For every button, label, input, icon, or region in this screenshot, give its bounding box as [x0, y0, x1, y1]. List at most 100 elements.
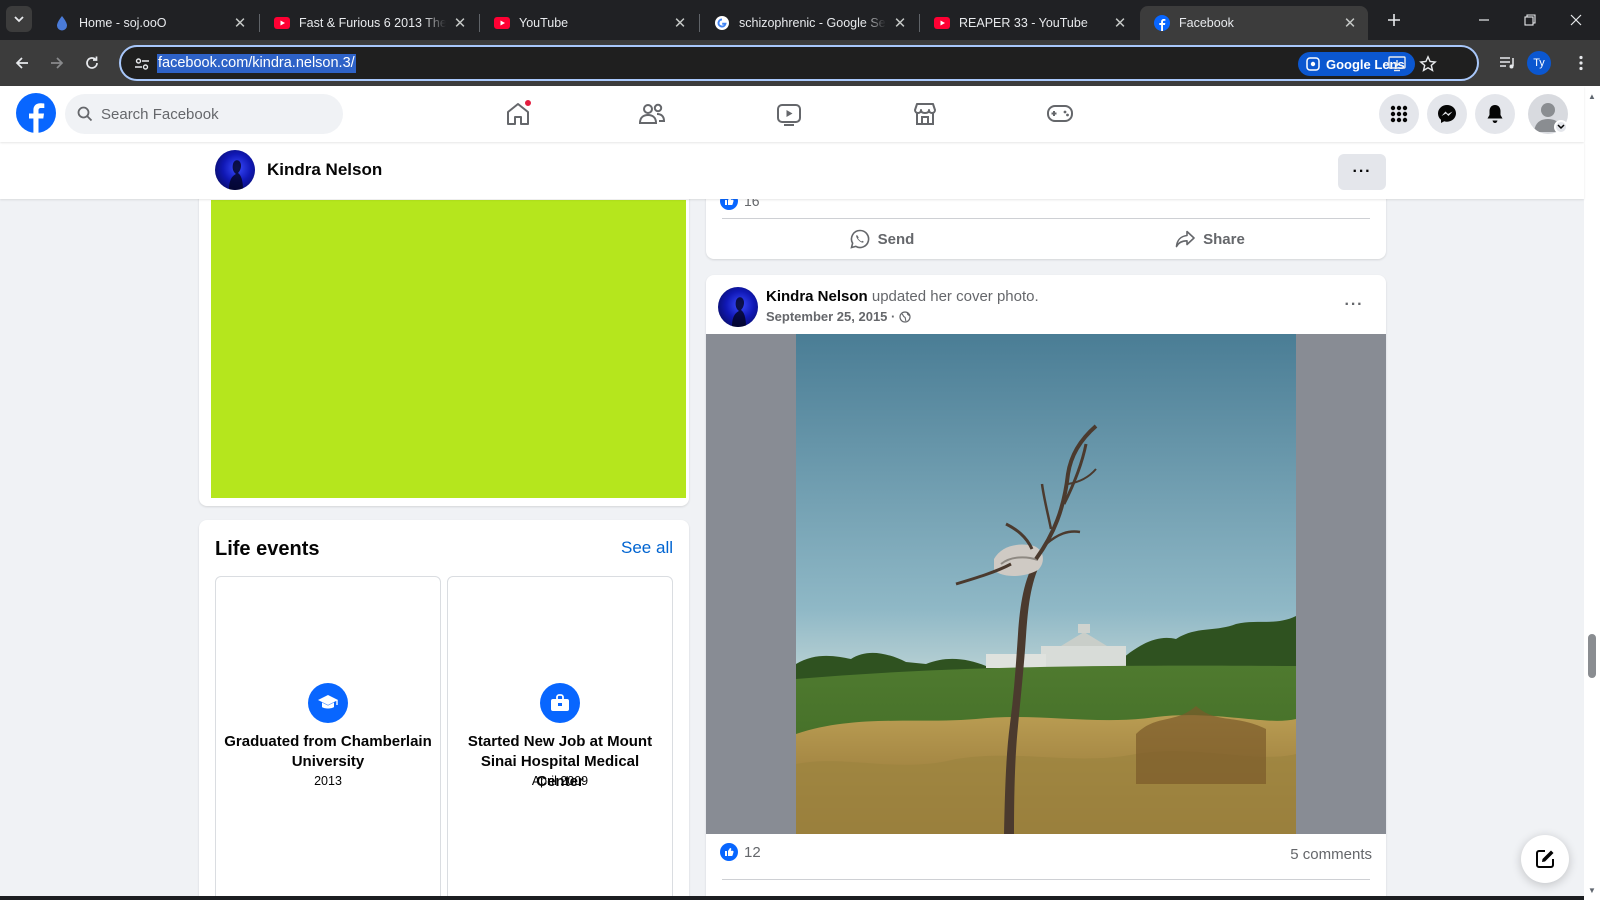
new-tab-button[interactable] [1384, 10, 1404, 30]
close-tab-icon[interactable]: ✕ [452, 15, 468, 32]
life-event-item[interactable]: Started New Job at Mount Sinai Hospital … [447, 576, 673, 900]
lens-icon [1306, 57, 1320, 71]
account-chevron-down-icon[interactable] [1554, 120, 1568, 134]
cover-photo[interactable] [796, 334, 1296, 834]
share-icon [1175, 230, 1195, 248]
close-tab-icon[interactable]: ✕ [892, 15, 908, 32]
nav-watch[interactable] [733, 86, 845, 142]
profile-more-button[interactable]: ··· [1338, 154, 1386, 190]
scrollbar-thumb[interactable] [1588, 634, 1596, 678]
browser-tab[interactable]: REAPER 33 - YouTube ✕ [920, 6, 1138, 40]
tab-title: Home - soj.ooO [79, 16, 167, 30]
divider [722, 218, 1370, 219]
life-events-title: Life events [215, 538, 320, 560]
tab-title: Facebook [1179, 16, 1234, 30]
scroll-down-arrow-icon[interactable]: ▼ [1586, 884, 1598, 896]
search-icon [77, 106, 93, 122]
forward-button[interactable] [44, 50, 70, 76]
more-menu-icon[interactable] [1570, 52, 1592, 74]
gaming-icon [1047, 105, 1073, 122]
life-event-date: 2013 [314, 774, 342, 788]
close-tab-icon[interactable]: ✕ [672, 15, 688, 32]
friends-icon [638, 103, 666, 124]
apps-grid-icon [1390, 105, 1408, 123]
share-button[interactable]: Share [1046, 222, 1374, 256]
page-scrollbar[interactable] [1584, 86, 1600, 900]
close-tab-icon[interactable]: ✕ [232, 15, 248, 32]
browser-toolbar: facebook.com/kindra.nelson.3/ Google Len… [0, 40, 1600, 86]
browser-profile-avatar[interactable]: Ty [1527, 51, 1551, 75]
messenger-button[interactable] [1427, 94, 1467, 134]
restore-button[interactable] [1507, 0, 1553, 40]
bookmark-star-icon[interactable] [1418, 54, 1438, 74]
nav-home[interactable] [462, 86, 574, 142]
notification-dot [524, 99, 532, 107]
cover-photo-post-card: Kindra Nelson updated her cover photo. S… [706, 275, 1386, 900]
tab-title: schizophrenic - Google Searc [739, 16, 886, 30]
nav-gaming[interactable] [1004, 86, 1116, 142]
post-author-avatar[interactable] [718, 287, 758, 327]
menu-button[interactable] [1379, 94, 1419, 134]
facebook-search[interactable] [65, 94, 343, 134]
life-event-item[interactable]: Graduated from Chamberlain University 20… [215, 576, 441, 900]
profile-avatar[interactable] [215, 150, 255, 190]
chevron-down-icon [14, 16, 24, 23]
address-bar[interactable]: facebook.com/kindra.nelson.3/ Google Len… [119, 45, 1479, 81]
photo-thumbnail[interactable] [211, 200, 686, 498]
facebook-top-bar [0, 86, 1584, 142]
scroll-up-arrow-icon[interactable]: ▲ [1586, 90, 1598, 102]
profile-sticky-header: Kindra Nelson ··· [0, 142, 1584, 199]
graduation-cap-icon [308, 683, 348, 723]
tab-search-button[interactable] [6, 6, 32, 32]
whatsapp-icon [850, 229, 869, 249]
search-input[interactable] [101, 105, 321, 123]
new-message-button[interactable] [1521, 835, 1569, 883]
restore-icon [1524, 14, 1536, 26]
browser-tab[interactable]: schizophrenic - Google Searc ✕ [700, 6, 918, 40]
close-tab-icon[interactable]: ✕ [1342, 15, 1358, 32]
close-window-button[interactable] [1553, 0, 1599, 40]
reload-icon [86, 56, 98, 69]
browser-tab[interactable]: Fast & Furious 6 2013 The Te ✕ [260, 6, 478, 40]
browser-tab[interactable]: YouTube ✕ [480, 6, 698, 40]
browser-tab[interactable]: Home - soj.ooO ✕ [40, 6, 258, 40]
facebook-icon [1154, 15, 1170, 31]
tab-title: REAPER 33 - YouTube [959, 16, 1088, 30]
comments-link[interactable]: 5 comments [1290, 846, 1372, 863]
photos-card [199, 150, 689, 506]
life-events-card: Life events See all Graduated from Chamb… [199, 520, 689, 900]
url-text[interactable]: facebook.com/kindra.nelson.3/ [157, 54, 356, 73]
media-controls-icon[interactable] [1497, 52, 1519, 74]
youtube-icon [934, 15, 950, 31]
compose-icon [1536, 850, 1554, 868]
notifications-button[interactable] [1475, 94, 1515, 134]
arrow-right-icon [51, 57, 64, 69]
nav-friends[interactable] [596, 86, 708, 142]
browser-tab-bar: Home - soj.ooO ✕ Fast & Furious 6 2013 T… [0, 0, 1600, 40]
install-app-icon[interactable] [1387, 54, 1407, 74]
post-reaction-summary[interactable]: 12 [720, 843, 761, 861]
minimize-button[interactable] [1461, 0, 1507, 40]
post-action-text: updated her cover photo. [871, 288, 1039, 305]
site-settings-icon[interactable] [133, 55, 151, 73]
post-date[interactable]: September 25, 2015 · [766, 309, 911, 324]
life-event-date: April 2009 [531, 774, 589, 788]
window-bottom-edge [0, 896, 1584, 900]
see-all-link[interactable]: See all [621, 538, 673, 558]
reload-button[interactable] [79, 50, 105, 76]
nav-marketplace[interactable] [869, 86, 981, 142]
marketplace-icon [914, 103, 936, 125]
post-like-count: 12 [744, 843, 761, 861]
post-author-name[interactable]: Kindra Nelson [766, 288, 868, 305]
post-more-button[interactable]: ··· [1336, 287, 1372, 323]
youtube-icon [274, 15, 290, 31]
profile-name[interactable]: Kindra Nelson [267, 160, 382, 180]
facebook-logo[interactable] [16, 93, 56, 133]
back-button[interactable] [9, 50, 35, 76]
close-tab-icon[interactable]: ✕ [1112, 15, 1128, 32]
tab-title: Fast & Furious 6 2013 The Te [299, 16, 446, 30]
browser-tab-active[interactable]: Facebook ✕ [1140, 6, 1368, 40]
globe-icon [899, 310, 911, 323]
tab-title: YouTube [519, 16, 569, 30]
send-button[interactable]: Send [718, 222, 1046, 256]
